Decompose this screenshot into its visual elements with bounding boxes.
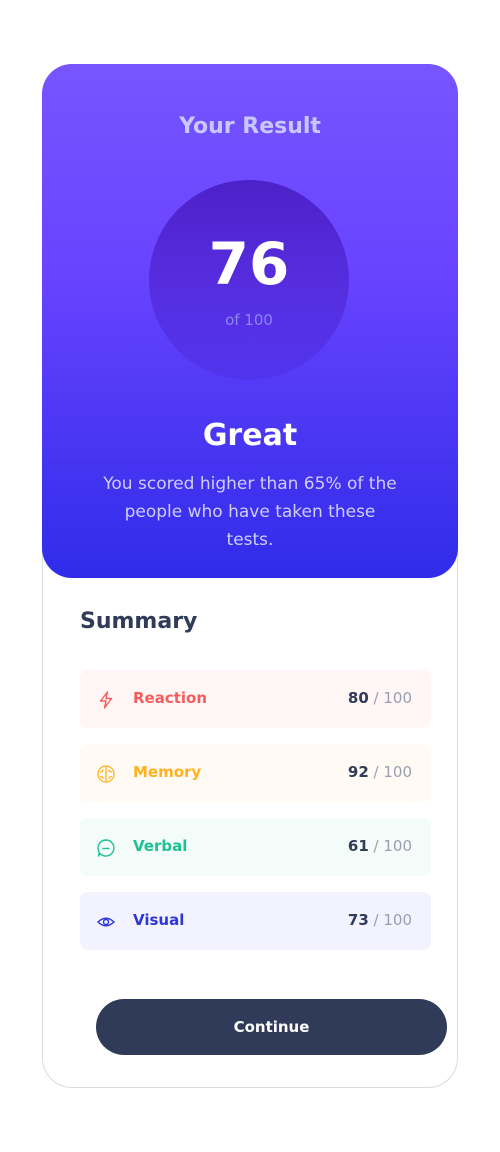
- lightning-icon: [96, 690, 116, 710]
- rating-label: Great: [202, 418, 298, 453]
- result-description: You scored higher than 65% of the people…: [103, 474, 397, 550]
- summary-title: Summary: [80, 609, 198, 634]
- summary-label: Verbal: [133, 837, 188, 855]
- summary-score: 61 / 100: [347, 837, 412, 855]
- result-panel: Your Result 76 of 100 Great You scored h…: [42, 64, 458, 578]
- summary-score: 73 / 100: [347, 911, 412, 929]
- score-total: of 100: [225, 311, 273, 329]
- score-circle: 76 of 100: [149, 180, 349, 380]
- summary-row-visual: Visual 73 / 100: [80, 892, 431, 950]
- brain-icon: [96, 764, 116, 784]
- eye-icon: [96, 912, 116, 932]
- chat-icon: [96, 838, 116, 858]
- summary-label: Reaction: [133, 689, 208, 707]
- summary-label: Visual: [133, 911, 185, 929]
- summary-label: Memory: [133, 763, 202, 781]
- score-value: 76: [208, 230, 290, 298]
- results-card: Your Result 76 of 100 Great You scored h…: [42, 64, 458, 1088]
- summary-row-reaction: Reaction 80 / 100: [80, 670, 431, 728]
- result-title: Your Result: [179, 114, 321, 139]
- summary-score: 92 / 100: [347, 763, 412, 781]
- continue-button[interactable]: Continue: [96, 999, 447, 1055]
- summary-row-memory: Memory 92 / 100: [80, 744, 431, 802]
- summary-row-verbal: Verbal 61 / 100: [80, 818, 431, 876]
- summary-score: 80 / 100: [347, 689, 412, 707]
